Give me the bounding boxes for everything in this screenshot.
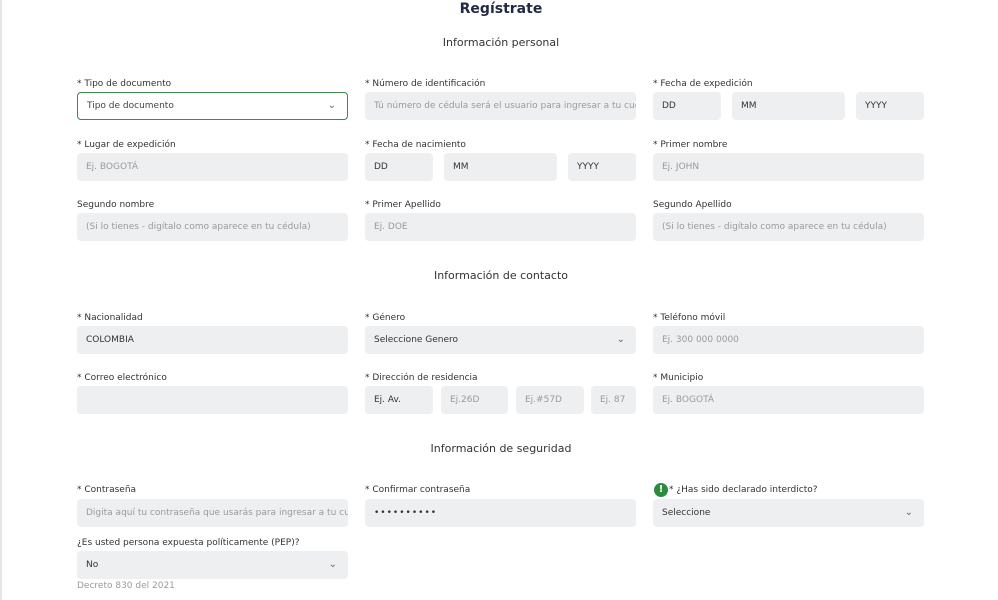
pep-select[interactable]: No ⌄ (77, 551, 348, 579)
issue-date-label: * Fecha de expedición (653, 79, 753, 89)
interdicto-label: * ¿Has sido declarado interdicto? (669, 485, 818, 495)
nationality-input[interactable]: COLOMBIA (77, 326, 348, 354)
section-personal-title: Información personal (442, 36, 560, 49)
alert-icon: ! (654, 483, 668, 497)
birth-date-label: * Fecha de nacimiento (365, 140, 466, 150)
pep-label: ¿Es usted persona expuesta políticamente… (77, 538, 300, 548)
municipality-label: * Municipio (653, 373, 704, 383)
doc-type-value: Tipo de documento (87, 101, 174, 111)
section-security-title: Información de seguridad (430, 442, 572, 455)
password-label: * Contraseña (77, 485, 137, 495)
left-border (0, 0, 2, 600)
issue-date-month-input[interactable]: MM (732, 92, 845, 120)
email-label: * Correo electrónico (77, 373, 167, 383)
issue-date-day-input[interactable]: DD (653, 92, 721, 120)
address-part4-input[interactable]: Ej. 87 (591, 386, 636, 414)
address-part3-input[interactable]: Ej.#57D (516, 386, 584, 414)
id-number-label: * Número de identificación (365, 79, 486, 89)
birth-date-year-input[interactable]: YYYY (568, 153, 636, 181)
gender-select[interactable]: Seleccione Genero ⌄ (365, 326, 636, 354)
confirm-password-label: * Confirmar contraseña (365, 485, 471, 495)
address-part2-input[interactable]: Ej.26D (441, 386, 508, 414)
first-name-input[interactable]: Ej. JOHN (653, 153, 924, 181)
issue-place-input[interactable]: Ej. BOGOTÁ (77, 153, 348, 181)
first-surname-label: * Primer Apellido (365, 200, 441, 210)
gender-label: * Género (365, 313, 406, 323)
confirm-password-input[interactable]: •••••••••• (365, 499, 636, 527)
mobile-label: * Teléfono móvil (653, 313, 726, 323)
pep-value: No (86, 560, 99, 570)
address-part1-input[interactable]: Ej. Av. (365, 386, 433, 414)
page-title: Regístrate (459, 1, 543, 17)
chevron-down-icon: ⌄ (616, 334, 625, 345)
birth-date-day-input[interactable]: DD (365, 153, 433, 181)
second-surname-label: Segundo Apellido (653, 200, 732, 210)
id-number-input[interactable]: Tú número de cédula será el usuario para… (365, 92, 636, 120)
first-name-label: * Primer nombre (653, 140, 728, 150)
chevron-down-icon: ⌄ (327, 100, 336, 111)
interdicto-select[interactable]: Seleccione ⌄ (653, 499, 924, 527)
municipality-input[interactable]: Ej. BOGOTÁ (653, 386, 924, 414)
email-input[interactable] (77, 386, 348, 414)
issue-place-label: * Lugar de expedición (77, 140, 176, 150)
password-input[interactable]: Digita aquí tu contraseña que usarás par… (77, 499, 348, 527)
doc-type-select[interactable]: Tipo de documento ⌄ (77, 92, 348, 120)
birth-date-month-input[interactable]: MM (444, 153, 557, 181)
first-surname-input[interactable]: Ej. DOE (365, 213, 636, 241)
second-surname-input[interactable]: (Si lo tienes - digítalo como aparece en… (653, 213, 924, 241)
pep-note: Decreto 830 del 2021 (77, 581, 175, 591)
doc-type-label: * Tipo de documento (77, 79, 172, 89)
nationality-label: * Nacionalidad (77, 313, 143, 323)
gender-value: Seleccione Genero (374, 335, 459, 345)
mobile-input[interactable]: Ej. 300 000 0000 (653, 326, 924, 354)
second-name-label: Segundo nombre (77, 200, 155, 210)
interdicto-value: Seleccione (662, 508, 711, 518)
second-name-input[interactable]: (Si lo tienes - digítalo como aparece en… (77, 213, 348, 241)
chevron-down-icon: ⌄ (904, 507, 913, 518)
issue-date-year-input[interactable]: YYYY (856, 92, 924, 120)
address-label: * Dirección de residencia (365, 373, 478, 383)
section-contact-title: Información de contacto (433, 269, 569, 282)
chevron-down-icon: ⌄ (328, 559, 337, 570)
